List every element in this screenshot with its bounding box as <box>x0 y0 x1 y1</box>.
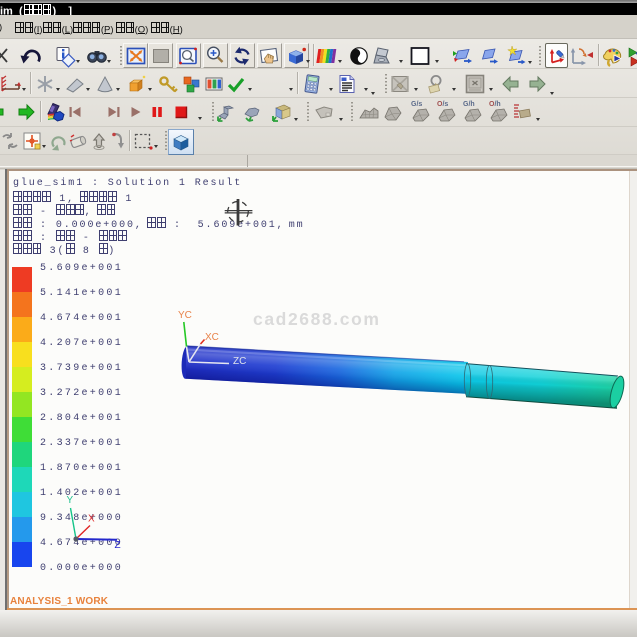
svg-text:Y: Y <box>67 495 74 506</box>
svg-text:YC: YC <box>178 310 192 321</box>
svg-text:X: X <box>88 514 95 525</box>
svg-text:Z: Z <box>115 540 121 551</box>
svg-text:XC: XC <box>205 332 219 343</box>
svg-text:ZC: ZC <box>233 356 246 367</box>
